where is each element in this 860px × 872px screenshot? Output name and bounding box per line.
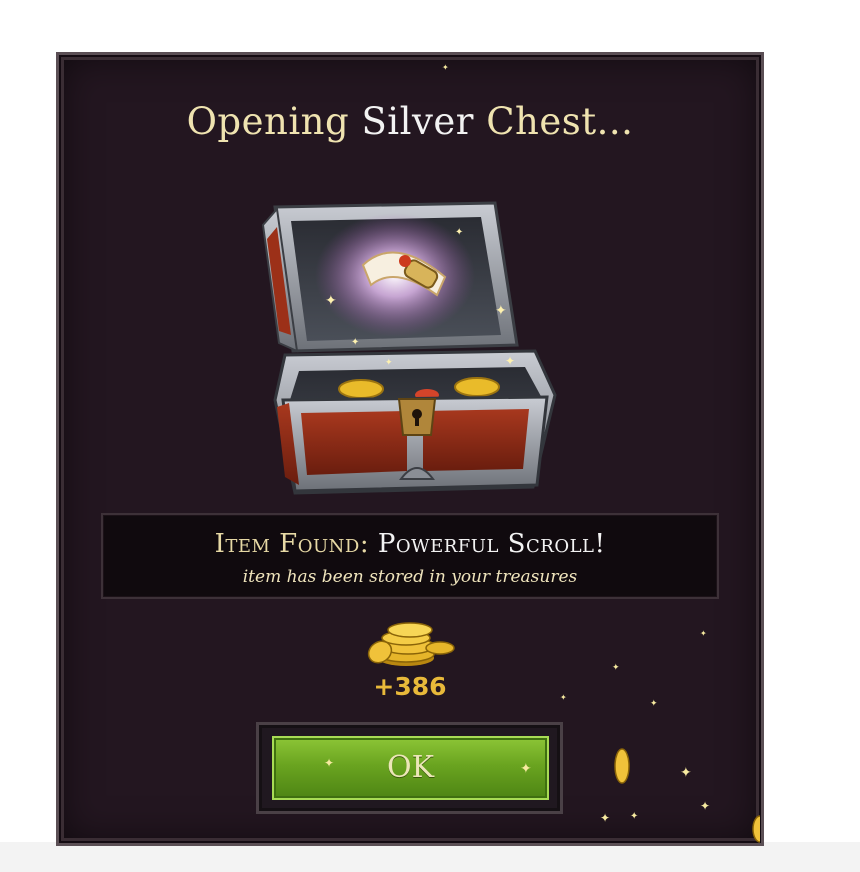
svg-text:✦: ✦ xyxy=(455,227,463,238)
dialog-title: Opening Silver Chest... xyxy=(0,100,820,143)
sparkle-icon: ✦ xyxy=(650,699,658,709)
item-name: Powerful Scroll! xyxy=(377,529,606,559)
item-found-label: Item Found: xyxy=(214,529,370,559)
svg-text:✦: ✦ xyxy=(325,293,337,309)
item-found-line: Item Found: Powerful Scroll! xyxy=(103,529,717,559)
title-suffix: Chest... xyxy=(486,100,634,143)
sparkle-icon: ✦ xyxy=(442,63,449,72)
title-prefix: Opening xyxy=(186,100,350,143)
svg-text:✦: ✦ xyxy=(495,303,507,319)
sparkle-icon: ✦ xyxy=(700,799,711,813)
flying-coin-icon xyxy=(750,814,768,848)
sparkle-icon: ✦ xyxy=(680,765,692,781)
sparkle-icon: ✦ xyxy=(700,629,707,638)
svg-text:✦: ✦ xyxy=(385,358,393,368)
sparkle-icon: ✦ xyxy=(612,663,620,673)
svg-text:✦: ✦ xyxy=(505,354,515,368)
sparkle-icon: ✦ xyxy=(324,756,335,770)
gold-coins-icon xyxy=(362,612,458,668)
item-stored-subtitle: item has been stored in your treasures xyxy=(242,567,578,587)
ok-button[interactable]: OK xyxy=(272,736,549,800)
sparkle-icon: ✦ xyxy=(600,811,611,825)
flying-coin-icon xyxy=(612,746,632,790)
treasure-chest-icon: ✦ ✦ ✦ ✦ ✦ ✦ xyxy=(255,195,565,500)
bottom-strip xyxy=(0,842,860,872)
item-found-banner: Item Found: Powerful Scroll! item has be… xyxy=(101,513,719,599)
sparkle-icon: ✦ xyxy=(520,761,532,777)
svg-text:✦: ✦ xyxy=(351,337,359,348)
gold-reward-amount: +386 xyxy=(373,672,447,701)
sparkle-icon: ✦ xyxy=(560,693,567,702)
sparkle-icon: ✦ xyxy=(630,811,639,822)
title-chest-type: Silver xyxy=(361,100,474,143)
